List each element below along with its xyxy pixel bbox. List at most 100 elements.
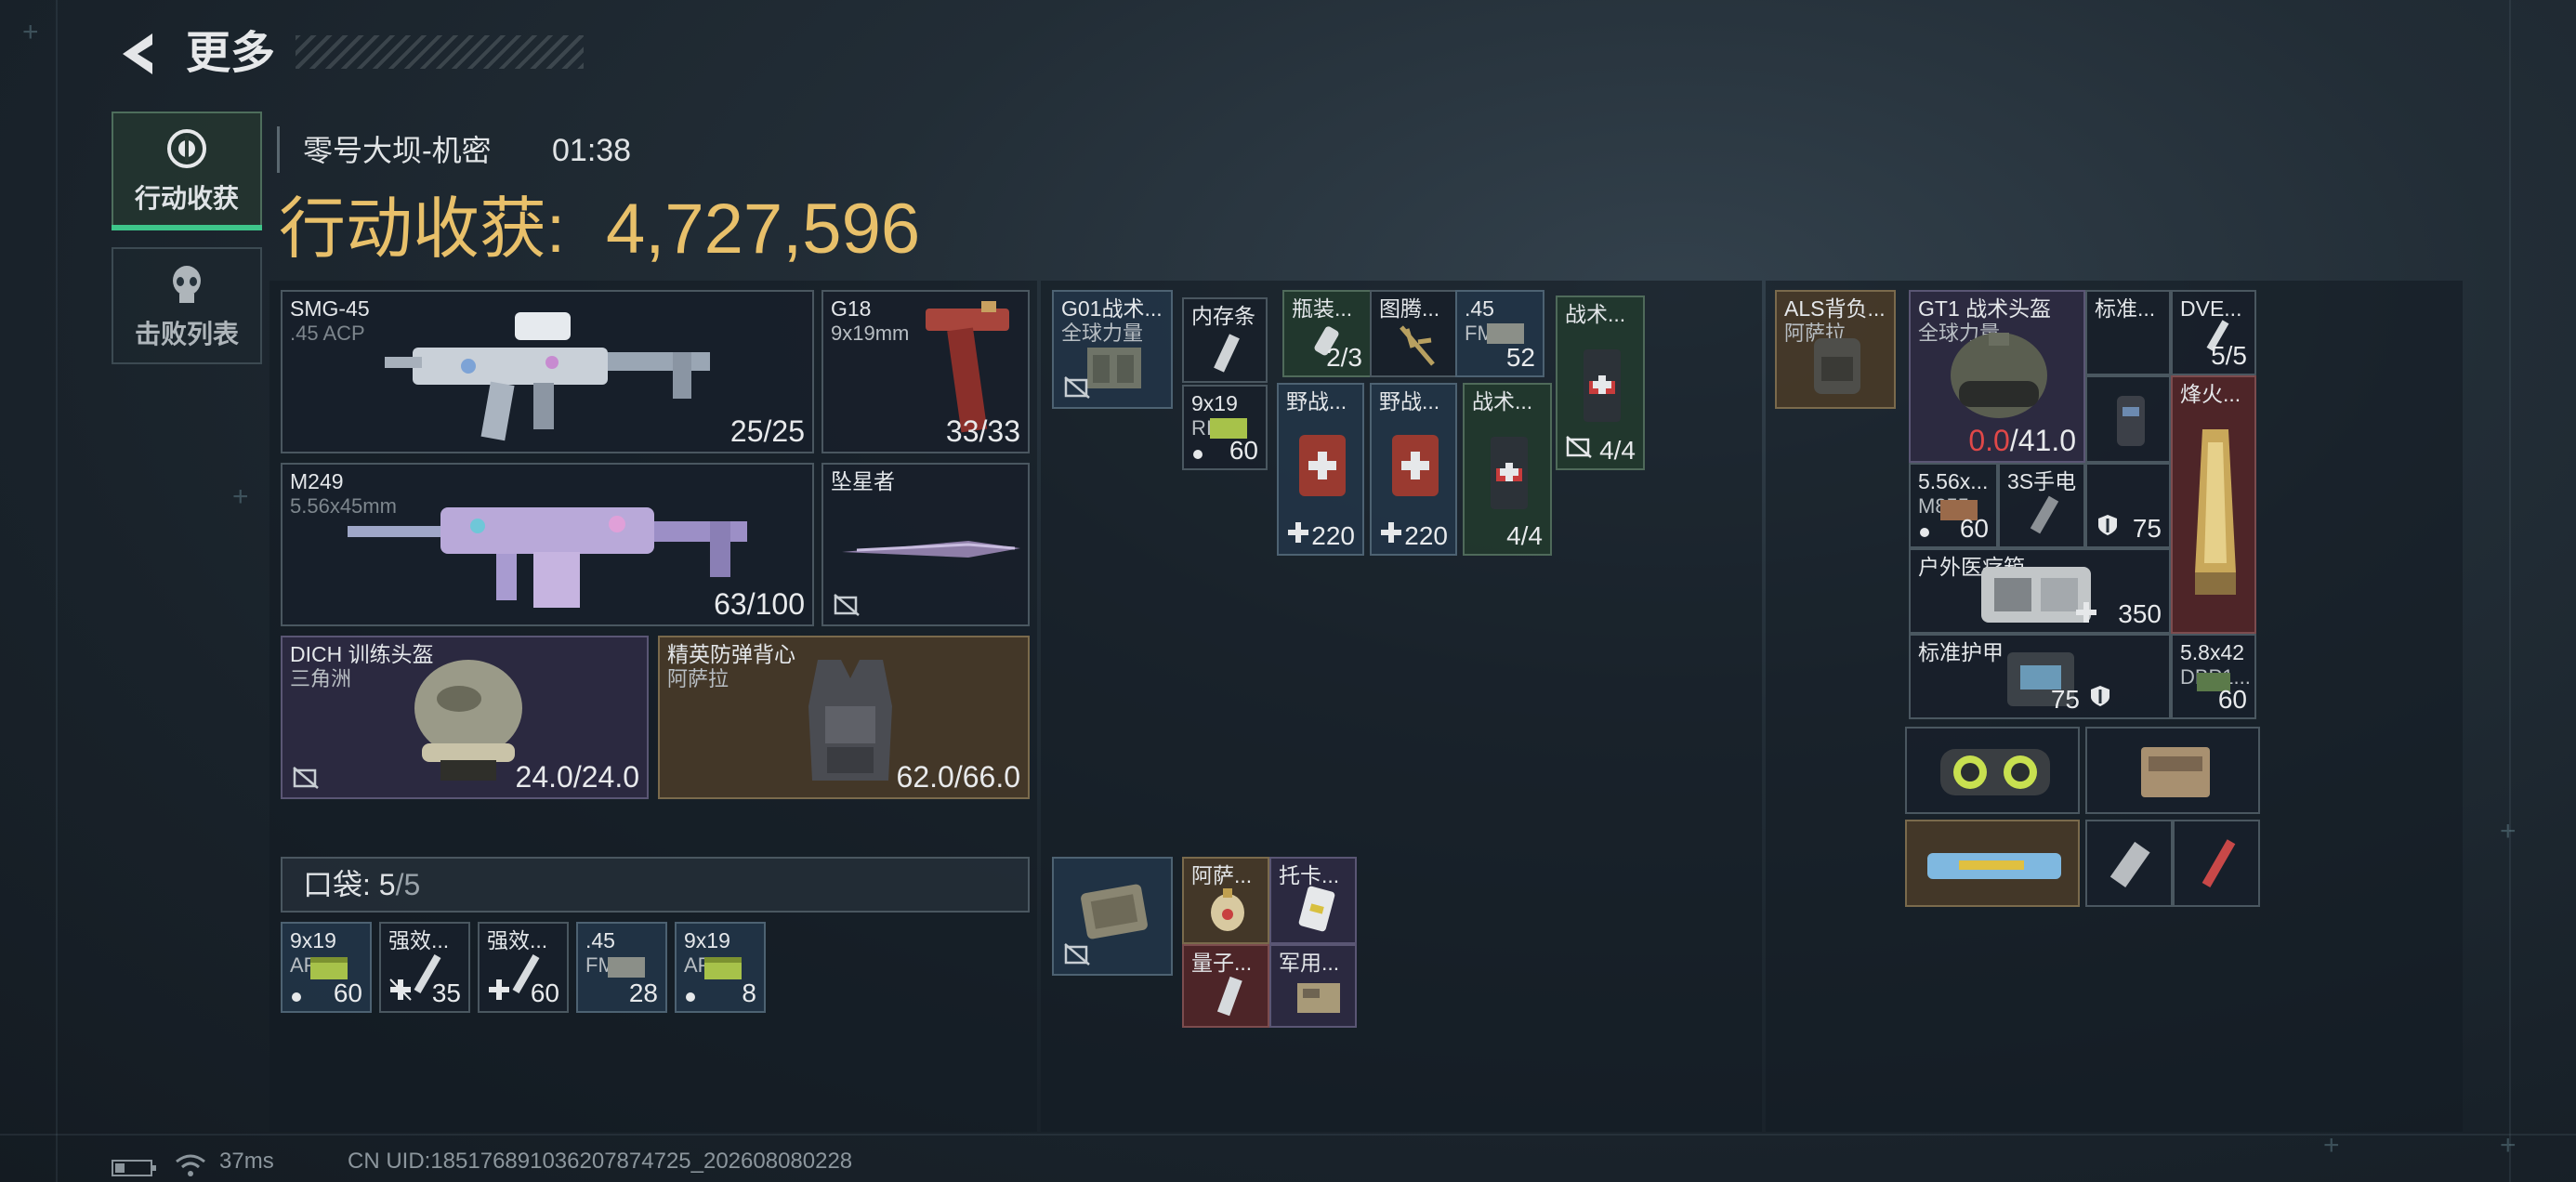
item-name: G01战术... (1061, 296, 1163, 321)
title-stripe-decoration (296, 35, 584, 69)
item-count: 33/33 (945, 414, 1020, 448)
chest-item[interactable]: 图腾... (1370, 290, 1457, 377)
vest-slot[interactable]: 精英防弹背心 阿萨拉 62.0/66.0 (658, 636, 1030, 799)
item-name: 瓶装... (1292, 296, 1353, 321)
backpack-item[interactable] (1905, 727, 2080, 814)
item-name: 内存条 (1191, 304, 1255, 328)
back-button[interactable] (110, 26, 165, 82)
item-count: 60 (1229, 436, 1258, 465)
backpack-item[interactable]: 标准... (2085, 290, 2171, 375)
backpack-image (1814, 338, 1860, 394)
melee-slot[interactable]: 坠星者 (821, 463, 1030, 626)
item-name: G18 (831, 296, 872, 321)
helmet-image (414, 660, 522, 781)
chest-item[interactable]: 9x19 RIP 60 (1182, 385, 1268, 470)
backpack-item[interactable]: DVE... 5/5 (2171, 290, 2256, 375)
case-item[interactable]: 阿萨... (1182, 857, 1269, 944)
backpack-item[interactable]: GT1 战术头盔 全球力量 0.0/41.0 (1909, 290, 2085, 463)
ammo-box-image (704, 957, 742, 979)
item-count: 75 (2050, 685, 2080, 714)
teapot-image (1211, 888, 1244, 931)
item-name: 战术... (1565, 302, 1626, 326)
radio-speaker-image (1940, 749, 2050, 795)
case-item[interactable]: 量子... (1182, 944, 1269, 1028)
case-item[interactable]: 军用... (1269, 944, 1357, 1028)
armor-shield-icon (2098, 515, 2117, 535)
durability-max: /41.0 (2009, 424, 2076, 457)
item-name: 9x19 (1191, 391, 1238, 415)
card-image (1298, 886, 1335, 932)
backpack-item[interactable]: 5.8x42 DBP1... 60 (2171, 634, 2256, 719)
item-ammo: 9x19mm (831, 322, 910, 345)
weapon-slot-smg[interactable]: SMG-45 .45 ACP 25/25 (281, 290, 814, 453)
armor-shield-icon (2091, 686, 2109, 706)
item-brand: 阿萨拉 (667, 667, 729, 690)
memory-stick-image (1214, 334, 1240, 373)
pocket-item[interactable]: 强效... 60 (478, 922, 569, 1013)
military-device-image (1297, 983, 1340, 1013)
weapon-slot-pistol[interactable]: G18 9x19mm 33/33 (821, 290, 1030, 453)
item-count: 60 (333, 978, 362, 1007)
backpack-slot[interactable]: ALS背负... 阿萨拉 (1775, 290, 1896, 409)
not-insured-icon (1064, 943, 1090, 965)
wifi-icon (176, 1154, 205, 1176)
backpack-item[interactable] (2173, 820, 2260, 907)
pocket-item[interactable]: 9x19 AP6.3 60 (281, 922, 372, 1013)
case-item[interactable]: 托卡... (1269, 857, 1357, 944)
pocket-item[interactable]: .45 FMJ 28 (576, 922, 667, 1013)
chest-item[interactable]: 野战... 220 (1277, 383, 1364, 556)
backpack-item[interactable]: 户外医疗箱 350 (1909, 548, 2171, 634)
item-name: 3S手电 (2007, 469, 2077, 493)
backpack-item[interactable]: 烽火... (2171, 375, 2256, 634)
pocket-item[interactable]: 9x19 AP6.3 8 (675, 922, 766, 1013)
backpack-item[interactable]: 标准护甲 75 (1909, 634, 2171, 719)
backpack-item[interactable] (2085, 820, 2173, 907)
chest-item[interactable]: 瓶装... 2/3 (1282, 290, 1372, 377)
backpack-item[interactable] (2085, 375, 2171, 463)
item-name: 标准护甲 (1918, 640, 2004, 664)
backpack-item[interactable]: 3S手电 (1998, 463, 2085, 548)
item-name: .45 (1465, 296, 1494, 321)
item-name: 精英防弹背心 (667, 642, 795, 666)
backpack-item[interactable]: 75 (2085, 463, 2171, 548)
item-name: 5.8x42 (2180, 640, 2245, 664)
blue-kit-image (1927, 853, 2061, 879)
loot-target-icon (167, 129, 206, 168)
not-insured-icon (1566, 436, 1592, 458)
item-count: 220 (1404, 521, 1448, 550)
knife-image (842, 541, 1020, 558)
heal-cross-icon (489, 979, 509, 1000)
safe-case-slot[interactable] (1052, 857, 1173, 976)
smg-image (385, 312, 710, 441)
battery-icon (112, 1160, 156, 1176)
weapon-slot-lmg[interactable]: M249 5.56x45mm 63/100 (281, 463, 814, 626)
tab-kills[interactable]: 击败列表 (112, 247, 262, 364)
item-durability: 0.0/41.0 (1968, 422, 2076, 459)
item-name: 5.56x... (1918, 469, 1989, 493)
not-insured-icon (834, 594, 860, 616)
chest-item[interactable]: .45 FMJ 52 (1455, 290, 1544, 377)
tab-loot-label: 行动收获 (134, 184, 239, 213)
backpack-item[interactable]: 5.56x... M855 60 (1909, 463, 1998, 548)
item-name: 强效... (388, 928, 450, 952)
item-brand: 三角洲 (290, 667, 352, 690)
item-name: M249 (290, 469, 344, 493)
back-arrow-icon (123, 33, 152, 74)
radio-device-image (2141, 747, 2210, 797)
chest-item[interactable]: 内存条 (1182, 297, 1268, 383)
chest-item[interactable]: 战术... 4/4 (1463, 383, 1552, 556)
chest-item[interactable]: 战术... 4/4 (1556, 296, 1645, 470)
item-count: 220 (1311, 521, 1355, 550)
heal-cross-icon (1381, 522, 1401, 543)
chest-rig-slot[interactable]: G01战术... 全球力量 (1052, 290, 1173, 409)
pocket-item[interactable]: 强效... 35 (379, 922, 470, 1013)
chest-item[interactable]: 野战... 220 (1370, 383, 1457, 556)
helmet-slot[interactable]: DICH 训练头盔 三角洲 24.0/24.0 (281, 636, 649, 799)
backpack-item[interactable] (2085, 727, 2260, 814)
field-medkit-image (1392, 435, 1439, 496)
tab-loot[interactable]: 行动收获 (112, 112, 262, 229)
item-name: 量子... (1191, 951, 1253, 975)
item-count: 63/100 (714, 587, 805, 621)
item-name: 野战... (1379, 389, 1440, 414)
backpack-item[interactable] (1905, 820, 2080, 907)
